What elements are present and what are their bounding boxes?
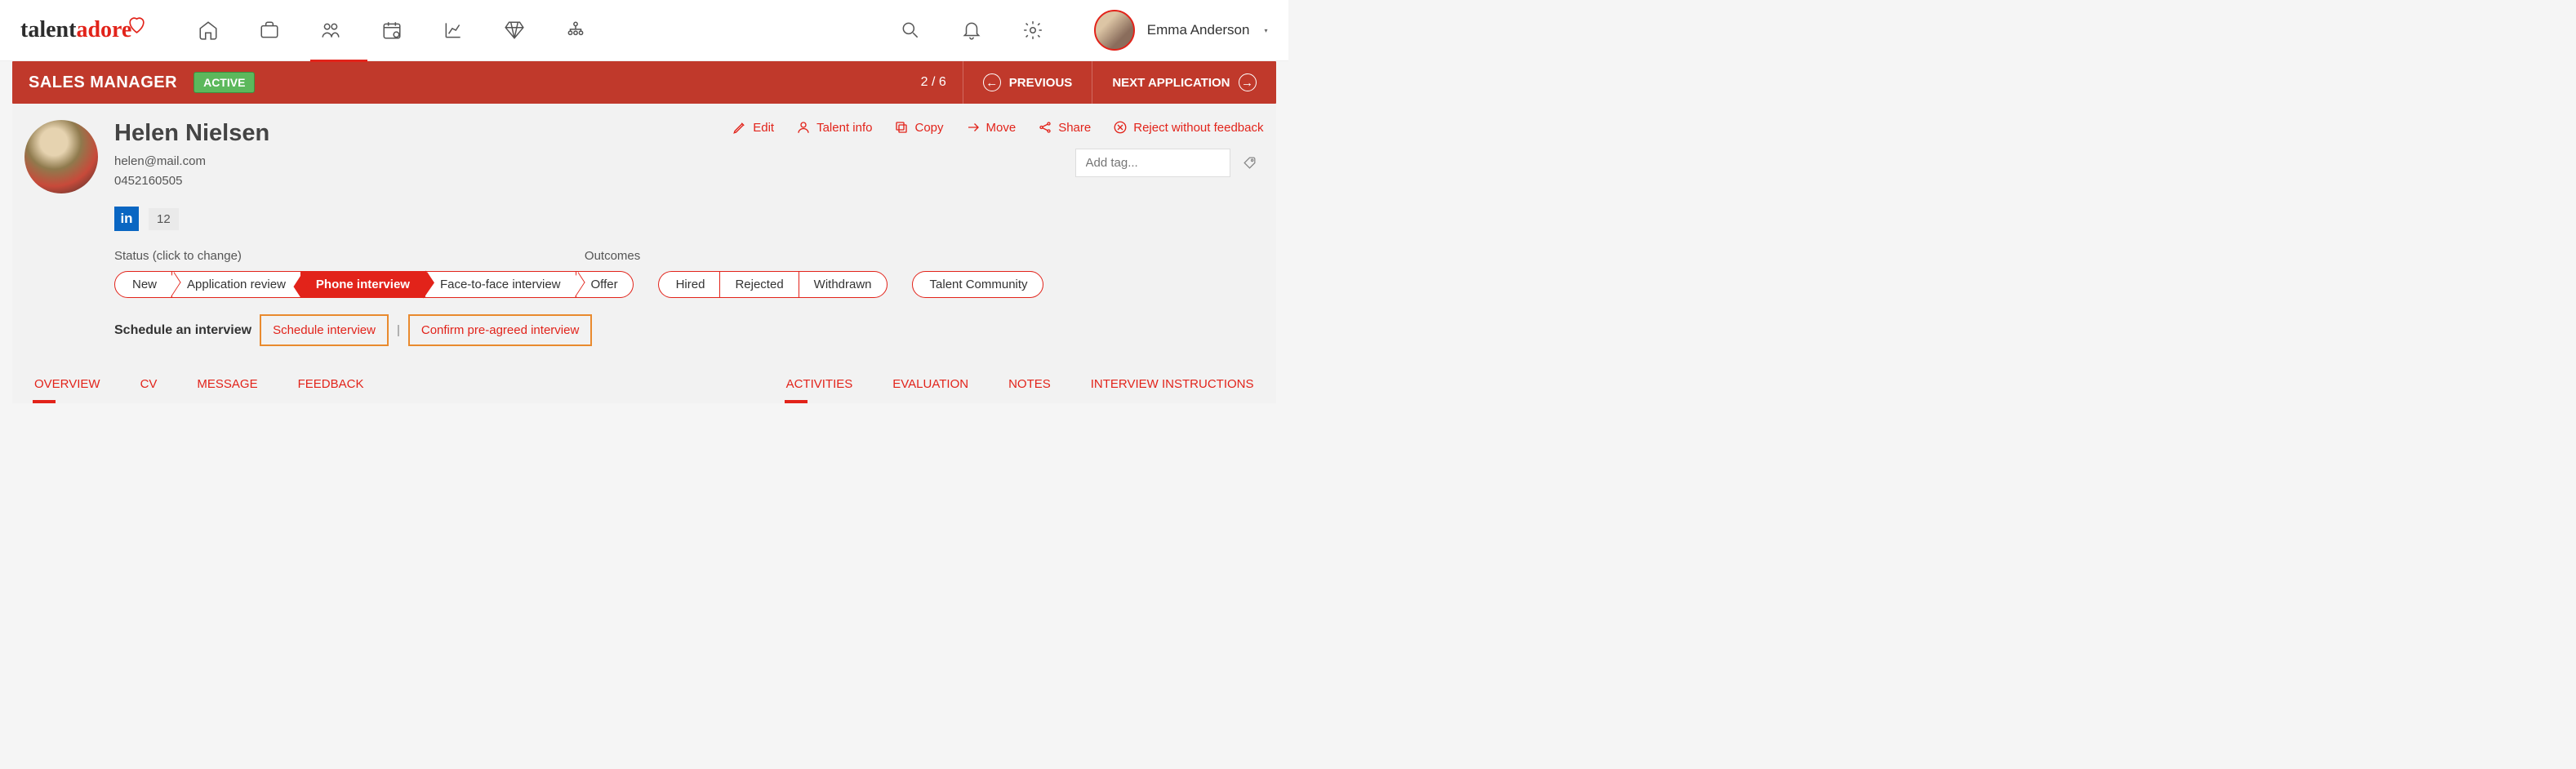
reject-icon — [1113, 120, 1128, 135]
status-label: Status (click to change) — [114, 249, 242, 263]
schedule-interview-button[interactable]: Schedule interview — [260, 314, 389, 346]
arrow-left-icon: ← — [983, 73, 1001, 91]
diamond-icon[interactable] — [502, 18, 527, 42]
stage-new[interactable]: New — [114, 271, 172, 298]
copy-icon — [894, 120, 909, 135]
topbar: talentadore Emma Anderson ▾ — [0, 0, 1288, 61]
confirm-interview-button[interactable]: Confirm pre-agreed interview — [408, 314, 592, 346]
divider: | — [397, 323, 400, 337]
status-badge: ACTIVE — [194, 72, 255, 93]
tab-message[interactable]: MESSAGE — [195, 371, 259, 403]
logo-part1: talent — [20, 17, 76, 43]
page-header: SALES MANAGER ACTIVE 2 / 6 ← PREVIOUS NE… — [12, 61, 1276, 104]
action-links: Edit Talent info Copy Move Share — [732, 120, 1263, 135]
position-title: SALES MANAGER — [12, 73, 194, 92]
previous-button[interactable]: ← PREVIOUS — [963, 61, 1092, 104]
talent-community-pill-group: Talent Community — [912, 271, 1043, 298]
schedule-label: Schedule an interview — [114, 323, 251, 338]
calendar-icon[interactable] — [380, 18, 404, 42]
tab-overview[interactable]: OVERVIEW — [33, 371, 102, 403]
outcomes-pills: Hired Rejected Withdrawn — [658, 271, 888, 298]
stage-phone[interactable]: Phone interview — [301, 271, 425, 298]
linkedin-count: 12 — [149, 208, 179, 230]
move-icon — [966, 120, 981, 135]
outcome-hired[interactable]: Hired — [658, 271, 720, 298]
share-icon — [1038, 120, 1052, 135]
share-button[interactable]: Share — [1038, 120, 1091, 135]
tab-cv[interactable]: CV — [139, 371, 159, 403]
logo[interactable]: talentadore — [20, 17, 147, 43]
tabs: OVERVIEW CV MESSAGE FEEDBACK ACTIVITIES … — [24, 371, 1264, 403]
tab-feedback[interactable]: FEEDBACK — [296, 371, 366, 403]
right-icons — [898, 18, 1045, 42]
search-icon[interactable] — [898, 18, 923, 42]
user-avatar — [1094, 10, 1135, 51]
username: Emma Anderson — [1147, 22, 1250, 38]
chart-icon[interactable] — [441, 18, 465, 42]
copy-button[interactable]: Copy — [894, 120, 943, 135]
reject-button[interactable]: Reject without feedback — [1113, 120, 1263, 135]
linkedin-icon[interactable]: in — [114, 207, 139, 231]
talent-info-button[interactable]: Talent info — [796, 120, 872, 135]
people-icon[interactable] — [318, 18, 343, 42]
stage-offer[interactable]: Offer — [576, 271, 634, 298]
arrow-right-icon: → — [1239, 73, 1257, 91]
candidate-phone: 0452160505 — [114, 171, 269, 191]
tab-interview-instructions[interactable]: INTERVIEW INSTRUCTIONS — [1089, 371, 1256, 403]
pencil-icon — [732, 120, 747, 135]
nav-icons — [196, 18, 588, 42]
candidate-name: Helen Nielsen — [114, 120, 269, 147]
caret-down-icon: ▾ — [1264, 27, 1267, 34]
gear-icon[interactable] — [1021, 18, 1045, 42]
tab-activities[interactable]: ACTIVITIES — [785, 371, 855, 403]
pagination-counter: 2 / 6 — [921, 75, 946, 90]
previous-label: PREVIOUS — [1009, 76, 1073, 90]
next-button[interactable]: NEXT APPLICATION → — [1092, 61, 1275, 104]
candidate-avatar — [24, 120, 98, 193]
briefcase-icon[interactable] — [257, 18, 282, 42]
move-button[interactable]: Move — [966, 120, 1017, 135]
logo-part2: adore — [76, 17, 131, 43]
add-tag-button[interactable] — [1235, 149, 1264, 177]
edit-button[interactable]: Edit — [732, 120, 774, 135]
outcome-talent-community[interactable]: Talent Community — [912, 271, 1043, 298]
outcomes-label: Outcomes — [585, 249, 640, 263]
status-pills: New Application review Phone interview F… — [114, 271, 634, 298]
tab-evaluation[interactable]: EVALUATION — [891, 371, 970, 403]
org-icon[interactable] — [563, 18, 588, 42]
bell-icon[interactable] — [959, 18, 984, 42]
tag-icon — [1242, 155, 1257, 171]
heart-icon — [127, 15, 147, 35]
stage-app-review[interactable]: Application review — [172, 271, 301, 298]
tag-input[interactable] — [1075, 149, 1230, 177]
outcome-rejected[interactable]: Rejected — [719, 271, 798, 298]
next-label: NEXT APPLICATION — [1112, 76, 1230, 90]
stage-f2f[interactable]: Face-to-face interview — [425, 271, 576, 298]
home-icon[interactable] — [196, 18, 220, 42]
outcome-withdrawn[interactable]: Withdrawn — [799, 271, 888, 298]
candidate-email: helen@mail.com — [114, 152, 269, 171]
tab-notes[interactable]: NOTES — [1007, 371, 1052, 403]
content-area: Helen Nielsen helen@mail.com 0452160505 … — [12, 104, 1276, 403]
user-menu[interactable]: Emma Anderson ▾ — [1094, 10, 1268, 51]
person-icon — [796, 120, 811, 135]
